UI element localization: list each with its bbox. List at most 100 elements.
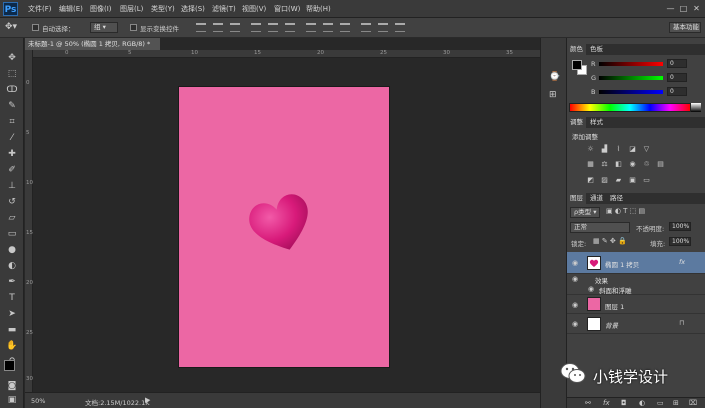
hue-saturation-icon[interactable]: ▦ — [586, 160, 595, 168]
gradient-map-icon[interactable]: ▭ — [642, 176, 651, 184]
tab-channels[interactable]: 通道 — [587, 193, 606, 204]
visibility-eye-icon[interactable]: ◉ — [571, 259, 579, 267]
visibility-eye-icon[interactable]: ◉ — [587, 285, 595, 293]
tab-paths[interactable]: 路径 — [607, 193, 626, 204]
foreground-color-swatch[interactable] — [4, 360, 15, 371]
vibrance-icon[interactable]: ▽ — [642, 145, 651, 153]
eyedropper-tool-icon[interactable]: ⁄ — [5, 132, 19, 145]
hand-tool-icon[interactable]: ✋ — [5, 340, 19, 353]
menu-help[interactable]: 帮助(H) — [306, 4, 331, 14]
color-spectrum-bar[interactable] — [569, 103, 691, 112]
layer-row-ellipse-copy[interactable]: ◉ 椭圆 1 拷贝 fx — [567, 252, 705, 274]
tab-adjustments[interactable]: 调整 — [567, 117, 586, 128]
fill-field[interactable]: 100% — [669, 237, 691, 246]
brush-tool-icon[interactable]: ✐ — [5, 164, 19, 177]
tab-color[interactable]: 颜色 — [567, 44, 586, 55]
tab-layers[interactable]: 图层 — [567, 193, 586, 204]
menu-file[interactable]: 文件(F) — [28, 4, 52, 14]
add-mask-icon[interactable]: ◘ — [621, 399, 627, 407]
green-slider[interactable] — [599, 76, 663, 80]
layer-effects-row[interactable]: ◉ 效果 — [567, 274, 705, 285]
menu-filter[interactable]: 滤镜(T) — [212, 4, 236, 14]
new-adjustment-icon[interactable]: ◐ — [639, 399, 645, 407]
type-tool-icon[interactable]: T — [5, 292, 19, 305]
layer-kind-filter[interactable]: ρ类型 ▾ — [570, 207, 600, 218]
shape-tool-icon[interactable]: ▬ — [5, 324, 19, 337]
posterize-icon[interactable]: ▨ — [600, 176, 609, 184]
distribute-right-icon[interactable] — [395, 23, 405, 32]
auto-select-dropdown[interactable]: 组 ▾ — [90, 22, 118, 33]
clone-stamp-tool-icon[interactable]: ⊥ — [5, 180, 19, 193]
menu-view[interactable]: 视图(V) — [242, 4, 266, 14]
blue-value-field[interactable]: 0 — [667, 87, 687, 96]
distribute-left-icon[interactable] — [361, 23, 371, 32]
align-bottom-icon[interactable] — [230, 23, 240, 32]
path-select-tool-icon[interactable]: ➤ — [5, 308, 19, 321]
blue-slider[interactable] — [599, 90, 663, 94]
menu-select[interactable]: 选择(S) — [181, 4, 205, 14]
new-layer-icon[interactable]: ⊞ — [673, 399, 679, 407]
crop-tool-icon[interactable]: ⌗ — [5, 116, 19, 129]
color-lookup-icon[interactable]: ▤ — [656, 160, 665, 168]
menu-edit[interactable]: 编辑(E) — [59, 4, 83, 14]
tab-swatches[interactable]: 色板 — [587, 44, 606, 55]
brightness-contrast-icon[interactable]: ☼ — [586, 145, 595, 153]
curves-icon[interactable]: ⌇ — [614, 145, 623, 153]
properties-panel-icon[interactable]: ⊞ — [549, 90, 557, 100]
new-group-icon[interactable]: ▭ — [657, 399, 664, 407]
pen-tool-icon[interactable]: ✒ — [5, 276, 19, 289]
layer-bevel-emboss-row[interactable]: ◉ 斜面和浮雕 — [567, 284, 705, 295]
status-menu-arrow-icon[interactable]: ▶ — [145, 396, 150, 404]
add-style-icon[interactable]: fx — [603, 399, 610, 407]
layer-fx-badge[interactable]: fx — [679, 258, 685, 266]
menu-layer[interactable]: 图层(L) — [120, 4, 143, 14]
visibility-eye-icon[interactable]: ◉ — [571, 320, 579, 328]
eraser-tool-icon[interactable]: ▱ — [5, 212, 19, 225]
blur-tool-icon[interactable]: ● — [5, 244, 19, 257]
link-layers-icon[interactable]: ⚯ — [585, 399, 591, 407]
green-value-field[interactable]: 0 — [667, 73, 687, 82]
align-top-icon[interactable] — [196, 23, 206, 32]
red-value-field[interactable]: 0 — [667, 59, 687, 68]
layer-filter-icons[interactable]: ▣ ◐ T ⬚ ▤ — [606, 207, 645, 215]
show-transform-checkbox[interactable] — [130, 24, 137, 31]
move-tool-preset-icon[interactable]: ✥▾ — [5, 22, 17, 32]
heart-shape[interactable] — [245, 189, 317, 257]
dodge-tool-icon[interactable]: ◐ — [5, 260, 19, 273]
blend-mode-dropdown[interactable]: 正常 — [570, 222, 630, 233]
maximize-button[interactable]: □ — [679, 4, 688, 13]
invert-icon[interactable]: ◩ — [586, 176, 595, 184]
color-fg-swatch[interactable] — [572, 60, 582, 70]
quick-select-tool-icon[interactable]: ✎ — [5, 100, 19, 113]
layer-row-background[interactable]: ◉ 背景 ⊓ — [567, 314, 705, 334]
healing-brush-tool-icon[interactable]: ✚ — [5, 148, 19, 161]
minimize-button[interactable]: — — [666, 4, 675, 13]
align-hcenter-icon[interactable] — [268, 23, 278, 32]
visibility-eye-icon[interactable]: ◉ — [571, 275, 579, 283]
lock-options-icons[interactable]: ▦ ✎ ✥ 🔒 — [593, 237, 627, 245]
gradient-tool-icon[interactable]: ▭ — [5, 228, 19, 241]
align-vcenter-icon[interactable] — [213, 23, 223, 32]
move-tool-icon[interactable]: ✥ — [5, 52, 19, 65]
tab-styles[interactable]: 样式 — [587, 117, 606, 128]
distribute-bottom-icon[interactable] — [340, 23, 350, 32]
align-right-icon[interactable] — [285, 23, 295, 32]
exposure-icon[interactable]: ◪ — [628, 145, 637, 153]
quick-mask-icon[interactable]: ◙ — [5, 380, 19, 393]
document-tab[interactable]: 未标题-1 @ 50% (椭圆 1 拷贝, RGB/8) * × — [25, 38, 160, 60]
auto-select-checkbox[interactable] — [32, 24, 39, 31]
selective-color-icon[interactable]: ▣ — [628, 176, 637, 184]
screen-mode-icon[interactable]: ▣ — [5, 394, 19, 407]
red-slider[interactable] — [599, 62, 663, 66]
channel-mixer-icon[interactable]: ♲ — [642, 160, 651, 168]
photo-filter-icon[interactable]: ◉ — [628, 160, 637, 168]
delete-layer-icon[interactable]: ⌧ — [689, 399, 697, 407]
align-left-icon[interactable] — [251, 23, 261, 32]
document-canvas[interactable] — [179, 87, 389, 367]
menu-type[interactable]: 类型(Y) — [151, 4, 175, 14]
close-window-button[interactable]: ✕ — [692, 4, 701, 13]
menu-image[interactable]: 图像(I) — [90, 4, 112, 14]
opacity-field[interactable]: 100% — [669, 222, 691, 231]
marquee-tool-icon[interactable]: ⬚ — [5, 68, 19, 81]
workspace-dropdown[interactable]: 基本功能 — [669, 22, 701, 33]
